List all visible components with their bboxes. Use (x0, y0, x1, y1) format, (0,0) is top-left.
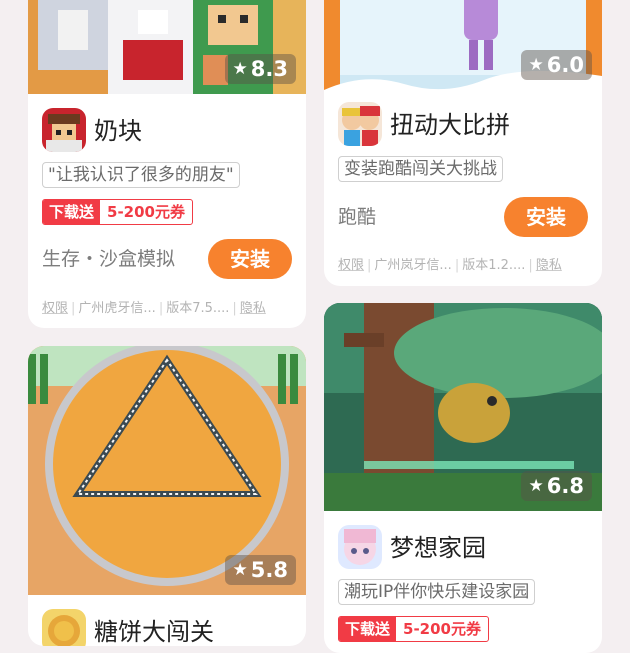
privacy-link[interactable]: 隐私 (536, 258, 562, 273)
app-banner-image[interactable]: ★ 8.3 (28, 0, 306, 94)
promo-label: 下载送 (43, 200, 101, 224)
app-name[interactable]: 扭动大比拼 (390, 110, 510, 140)
category-label: 跑酷 (338, 206, 377, 228)
app-banner-image[interactable]: ★ 6.0 (324, 0, 602, 90)
app-card-mengxiang[interactable]: ★ 6.8 梦想家园 潮玩IP伴你快乐建设家园 下载送 5-200元券 (324, 303, 602, 653)
feature-tag: 变装跑酷闯关大挑战 (338, 156, 503, 182)
rating-badge: ★ 8.3 (224, 54, 296, 84)
divider: | (71, 301, 76, 316)
divider: | (367, 258, 372, 273)
divider: | (158, 301, 164, 316)
rating-badge: ★ 6.0 (520, 50, 592, 80)
app-meta-info: 权限 | 广州岚牙信... | 版本1.2.... | 隐私 (338, 256, 562, 276)
app-meta-info: 权限 | 广州虎牙信... | 版本7.5.... | 隐私 (42, 299, 266, 319)
developer-name: 广州岚牙信... (374, 258, 452, 273)
rating-badge: ★ 6.8 (520, 471, 592, 501)
app-icon[interactable] (42, 609, 86, 646)
app-name[interactable]: 糖饼大闯关 (94, 617, 214, 646)
app-banner-image[interactable]: ★ 6.8 (324, 303, 602, 511)
app-icon[interactable] (338, 102, 382, 146)
feature-tag: 潮玩IP伴你快乐建设家园 (338, 579, 536, 605)
permissions-link[interactable]: 权限 (42, 301, 68, 316)
star-icon: ★ (528, 55, 544, 75)
rating-value: 5.8 (250, 558, 288, 582)
rating-badge: ★ 5.8 (224, 555, 296, 585)
app-name[interactable]: 奶块 (94, 116, 142, 146)
version-info: 版本7.5.... (166, 301, 230, 316)
category-label: 生存・沙盒模拟 (42, 248, 176, 270)
rating-value: 6.8 (546, 474, 584, 498)
app-card-naikuai[interactable]: ★ 8.3 奶块 "让我认识了很多的朋友" 下载送 5-200元券 生存・沙盒模… (28, 0, 306, 328)
permissions-link[interactable]: 权限 (338, 258, 364, 273)
app-name[interactable]: 梦想家园 (390, 533, 486, 563)
app-icon[interactable] (42, 108, 86, 152)
promo-value: 5-200元券 (403, 620, 481, 638)
star-icon: ★ (528, 476, 544, 496)
rating-value: 6.0 (546, 53, 584, 77)
divider: | (232, 301, 237, 316)
install-button[interactable]: 安装 (504, 197, 588, 237)
version-info: 版本1.2.... (462, 258, 526, 273)
divider: | (454, 258, 460, 273)
app-card-tangbing[interactable]: ★ 5.8 糖饼大闯关 (28, 346, 306, 646)
review-tag: "让我认识了很多的朋友" (42, 162, 240, 188)
app-banner-image[interactable]: ★ 5.8 (28, 346, 306, 595)
privacy-link[interactable]: 隐私 (240, 301, 266, 316)
install-button[interactable]: 安装 (208, 239, 292, 279)
app-card-niudong[interactable]: ★ 6.0 扭动大比拼 变装跑酷闯关大挑战 跑酷 安装 权限 | 广州岚牙信... |… (324, 0, 602, 286)
rating-value: 8.3 (250, 57, 288, 81)
download-promo-badge[interactable]: 下载送 5-200元券 (42, 199, 193, 225)
promo-value: 5-200元券 (107, 203, 185, 221)
developer-name: 广州虎牙信... (78, 301, 156, 316)
app-icon[interactable] (338, 525, 382, 569)
divider: | (528, 258, 533, 273)
promo-label: 下载送 (339, 617, 397, 641)
download-promo-badge[interactable]: 下载送 5-200元券 (338, 616, 489, 642)
star-icon: ★ (232, 59, 248, 79)
star-icon: ★ (232, 560, 248, 580)
